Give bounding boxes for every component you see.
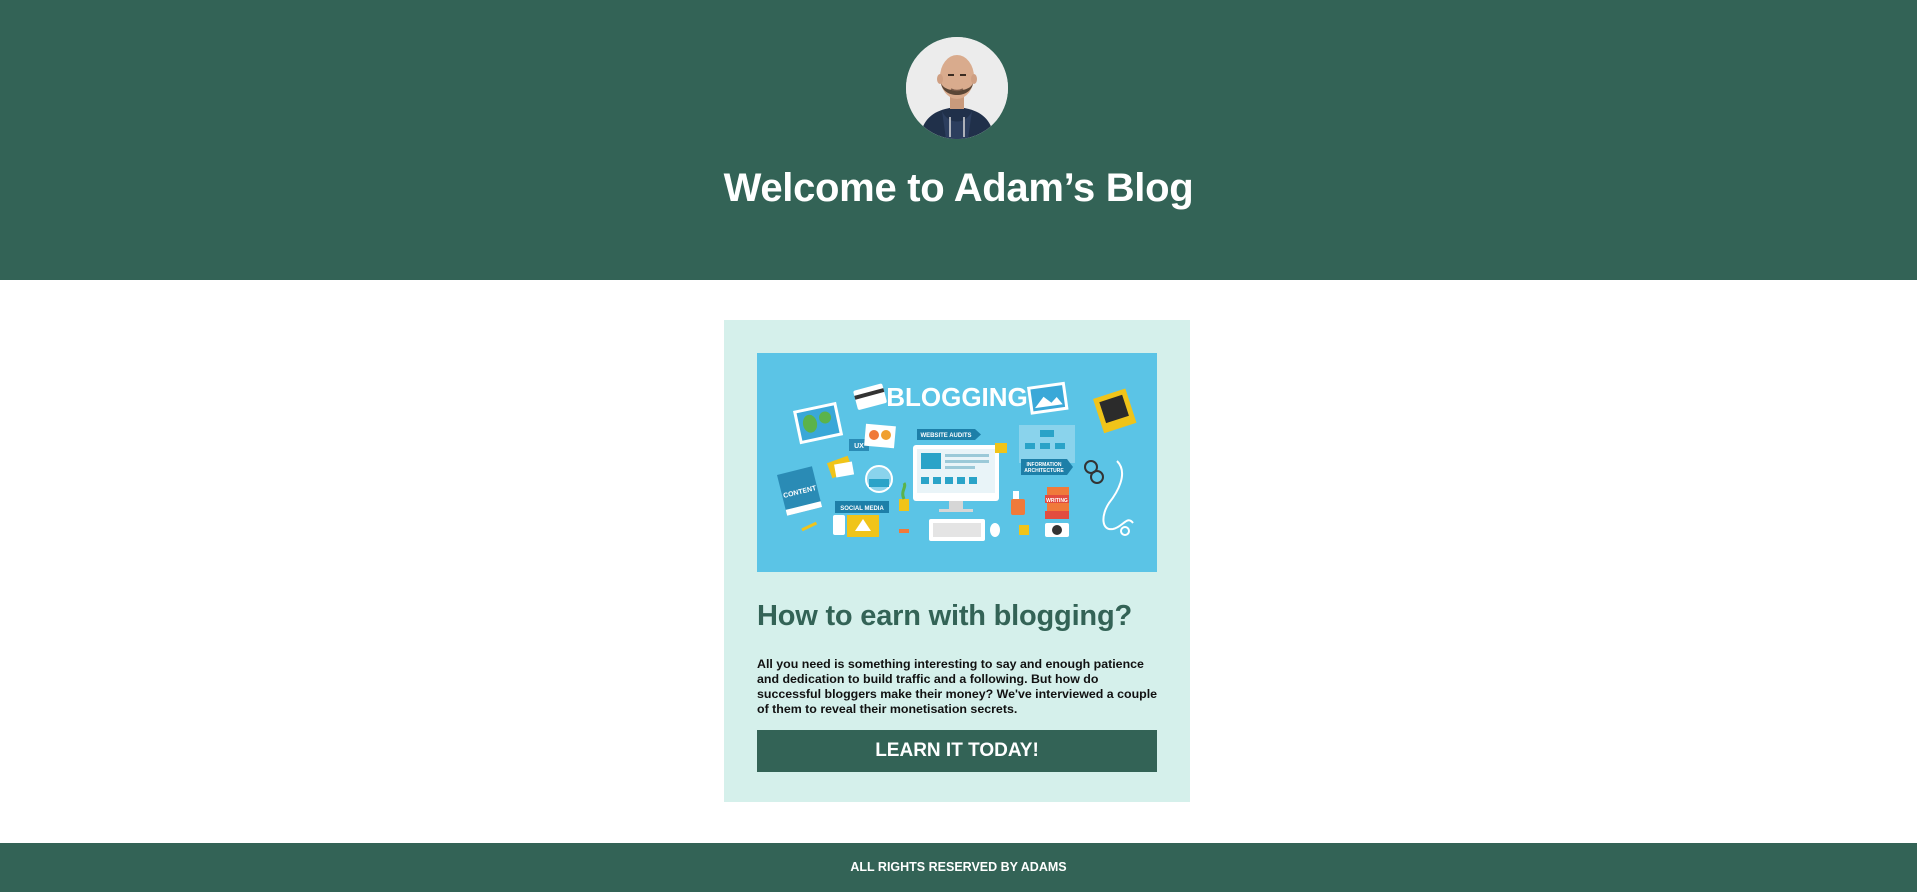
social-media-label: SOCIAL MEDIA: [840, 506, 884, 512]
site-footer: ALL RIGHTS RESERVED BY ADAMS: [0, 843, 1917, 892]
person-portrait-icon: [906, 37, 1008, 139]
website-audits-label: WEBSITE AUDITS: [920, 433, 971, 439]
site-header: Welcome to Adam’s Blog: [0, 0, 1917, 280]
blogging-illustration-icon: BLOGGING UX WEBSITE AUDITS INFORMATION A…: [757, 353, 1157, 572]
ux-label: UX: [854, 443, 864, 450]
learn-it-today-button[interactable]: LEARN IT TODAY!: [757, 730, 1157, 772]
post-title: How to earn with blogging?: [757, 600, 1132, 632]
post-excerpt: All you need is something interesting to…: [757, 657, 1158, 716]
page-title: Welcome to Adam’s Blog: [723, 166, 1194, 210]
image-heading: BLOGGING: [886, 382, 1028, 412]
post-image: BLOGGING UX WEBSITE AUDITS INFORMATION A…: [757, 353, 1157, 572]
blog-post-card: BLOGGING UX WEBSITE AUDITS INFORMATION A…: [724, 320, 1190, 802]
author-avatar: [906, 37, 1008, 139]
svg-text:ARCHITECTURE: ARCHITECTURE: [1024, 468, 1064, 474]
copyright-text: ALL RIGHTS RESERVED BY ADAMS: [850, 860, 1067, 874]
